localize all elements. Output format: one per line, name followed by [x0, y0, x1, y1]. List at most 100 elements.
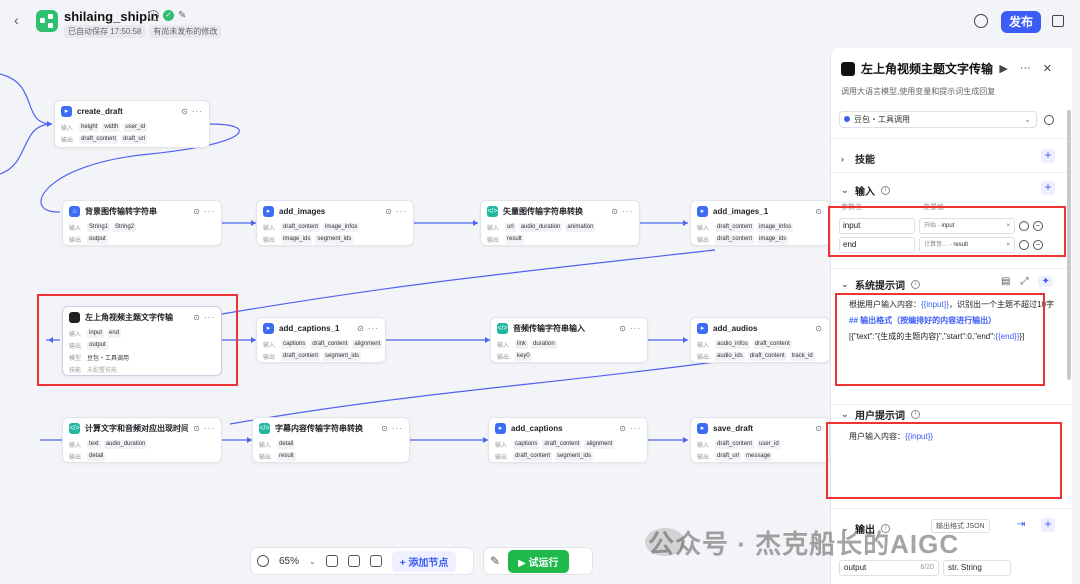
- output-name: output: [844, 563, 867, 572]
- model-select[interactable]: 豆包・工具调用 ⌄: [839, 111, 1037, 128]
- info-icon[interactable]: i: [148, 10, 159, 21]
- test-run-button[interactable]: ▶ 试运行: [508, 549, 569, 573]
- node-add-images[interactable]: ▸ add_images ⊙ ··· 输入 draft_content image_in…: [256, 200, 414, 246]
- node-add-audios[interactable]: ▸ add_audios ⊙ 输入 audio_infos draft_content …: [690, 317, 830, 363]
- param-tag: user_id: [757, 439, 781, 449]
- zoom-select[interactable]: 65%: [279, 556, 299, 567]
- mouse-icon[interactable]: [257, 555, 269, 567]
- app-name: shilaing_shipin: [64, 9, 159, 24]
- param-tag: height: [79, 122, 100, 132]
- node-input-label: 输入: [495, 442, 508, 449]
- back-icon[interactable]: ‹: [14, 12, 30, 28]
- node-menu-icon[interactable]: ⊙ ···: [619, 324, 641, 333]
- minimap-icon[interactable]: [369, 555, 382, 567]
- debug-icon[interactable]: ✎: [490, 554, 500, 568]
- plugin-icon: ▸: [61, 105, 72, 117]
- node-bg-image[interactable]: ⌂ 背景图传输转字符串 ⊙ ··· 输入 String1 String2 输出 outpu…: [62, 200, 222, 246]
- info-icon[interactable]: i: [911, 280, 920, 289]
- panel-scrollbar[interactable]: [1067, 110, 1071, 380]
- node-title: save_draft: [713, 423, 754, 433]
- expand-icon[interactable]: ⤢: [1020, 276, 1028, 287]
- node-create-draft[interactable]: ▸ create_draft ⊙ ··· 输入 height width user_id …: [54, 100, 210, 148]
- info-icon[interactable]: i: [911, 410, 920, 419]
- node-caption-str[interactable]: </> 字幕内容传输字符串转换 ⊙ ··· 输入 detail 输出 result: [252, 417, 410, 463]
- node-calc-time[interactable]: </> 计算文字和音频对应出现时间 ⊙ ··· 输入 text audio_durati…: [62, 417, 222, 463]
- param-tag: draft_content: [281, 351, 321, 361]
- ai-optimize-icon[interactable]: ✦: [1038, 276, 1053, 287]
- node-add-images-1[interactable]: ▸ add_images_1 ⊙ 输入 draft_content image_info…: [690, 200, 830, 246]
- section-title: 技能: [855, 155, 875, 166]
- param-tag: image_infos: [757, 222, 794, 232]
- watermark-text: 公众号 · 杰克船长的AIGC: [648, 529, 960, 559]
- info-icon[interactable]: i: [881, 186, 890, 195]
- param-tag: animation: [565, 222, 596, 232]
- add-node-button[interactable]: + 添加节点: [391, 550, 457, 572]
- library-icon[interactable]: ▤: [1001, 276, 1010, 287]
- code-icon: </>: [487, 205, 498, 217]
- node-add-captions-1[interactable]: ▸ add_captions_1 ⊙ ··· 输入 captions draft_con…: [256, 317, 386, 363]
- node-menu-icon[interactable]: ⊙ ···: [193, 207, 215, 216]
- node-title: add_audios: [713, 323, 758, 333]
- top-bar: ‹ shilaing_shipin i ✓ ✎ 已自动保存 17:50:58 有…: [0, 0, 1080, 44]
- node-audio-str[interactable]: </> 音频传输字符串输入 ⊙ ··· 输入 link duration 输出 key0: [490, 317, 648, 363]
- edge: [229, 361, 716, 425]
- chevron-down-icon[interactable]: ⌄: [841, 409, 849, 420]
- output-name-field[interactable]: output 6/20: [839, 560, 939, 576]
- node-title: add_images: [279, 206, 326, 216]
- add-input-button[interactable]: +: [1041, 181, 1055, 195]
- chevron-down-icon[interactable]: ⌄: [841, 185, 849, 196]
- plugin-icon: ▸: [495, 422, 506, 434]
- json-edit-icon[interactable]: ⇥: [1017, 519, 1025, 530]
- param-tag: draft_content: [542, 439, 582, 449]
- gear-icon[interactable]: [1044, 115, 1054, 125]
- comment-icon[interactable]: [325, 555, 338, 567]
- node-menu-icon[interactable]: ⊙ ···: [619, 424, 641, 433]
- more-icon[interactable]: ···: [1020, 62, 1031, 75]
- layout-icon[interactable]: [347, 555, 360, 567]
- node-add-captions[interactable]: ▸ add_captions ⊙ ··· 输入 captions draft_conte…: [488, 417, 648, 463]
- param-tag: audio_duration: [518, 222, 563, 232]
- param-tag: track_id: [789, 351, 815, 361]
- param-tag: user_id: [123, 122, 148, 132]
- param-tag: draft_url: [121, 134, 148, 144]
- node-menu-icon[interactable]: ⊙: [815, 324, 823, 333]
- node-output-label: 输出: [263, 354, 276, 361]
- edge-arrow: [47, 121, 52, 127]
- param-tag: audio_infos: [715, 339, 750, 349]
- output-type-select[interactable]: str. String: [943, 560, 1011, 576]
- history-icon[interactable]: [974, 14, 988, 28]
- edge: [221, 249, 716, 315]
- node-menu-icon[interactable]: ⊙: [815, 207, 823, 216]
- node-menu-icon[interactable]: ⊙ ···: [181, 107, 203, 116]
- node-menu-icon[interactable]: ⊙ ···: [193, 424, 215, 433]
- param-tag: alignment: [584, 439, 615, 449]
- node-vector-image[interactable]: </> 矢量图传输字符串转换 ⊙ ··· 输入 url audio_duration an…: [480, 200, 640, 246]
- node-input-label: 输入: [69, 442, 82, 449]
- param-tag: String2: [113, 222, 137, 232]
- node-save-draft[interactable]: ▸ save_draft ⊙ 输入 draft_content user_id 输出 dr…: [690, 417, 830, 463]
- panel-description: 调用大语言模型,使用变量和提示词生成回复: [841, 87, 996, 96]
- node-menu-icon[interactable]: ⊙ ···: [381, 424, 403, 433]
- node-input-label: 输入: [497, 342, 510, 349]
- add-output-button[interactable]: +: [1041, 518, 1055, 532]
- highlight-box: [826, 422, 1062, 499]
- chevron-right-icon[interactable]: ›: [841, 154, 849, 164]
- node-menu-icon[interactable]: ⊙ ···: [385, 207, 407, 216]
- edge-arrow: [683, 220, 688, 226]
- node-title: add_images_1: [713, 206, 769, 216]
- close-icon[interactable]: ✕: [1043, 62, 1052, 75]
- edit-icon[interactable]: ✎: [178, 10, 186, 21]
- window-icon[interactable]: [1052, 15, 1064, 27]
- node-menu-icon[interactable]: ⊙ ···: [357, 324, 379, 333]
- node-menu-icon[interactable]: ⊙: [815, 424, 823, 433]
- node-input-label: 输入: [697, 225, 710, 232]
- param-tag: draft_content: [752, 339, 792, 349]
- node-output-label: 输出: [69, 237, 82, 244]
- add-skill-button[interactable]: +: [1041, 149, 1055, 163]
- play-icon[interactable]: ▶: [999, 62, 1007, 75]
- node-output-label: 输出: [497, 354, 510, 361]
- param-tag: captions: [281, 339, 308, 349]
- chevron-down-icon[interactable]: ⌄: [841, 279, 849, 290]
- node-menu-icon[interactable]: ⊙ ···: [611, 207, 633, 216]
- publish-button[interactable]: 发布: [1001, 11, 1041, 33]
